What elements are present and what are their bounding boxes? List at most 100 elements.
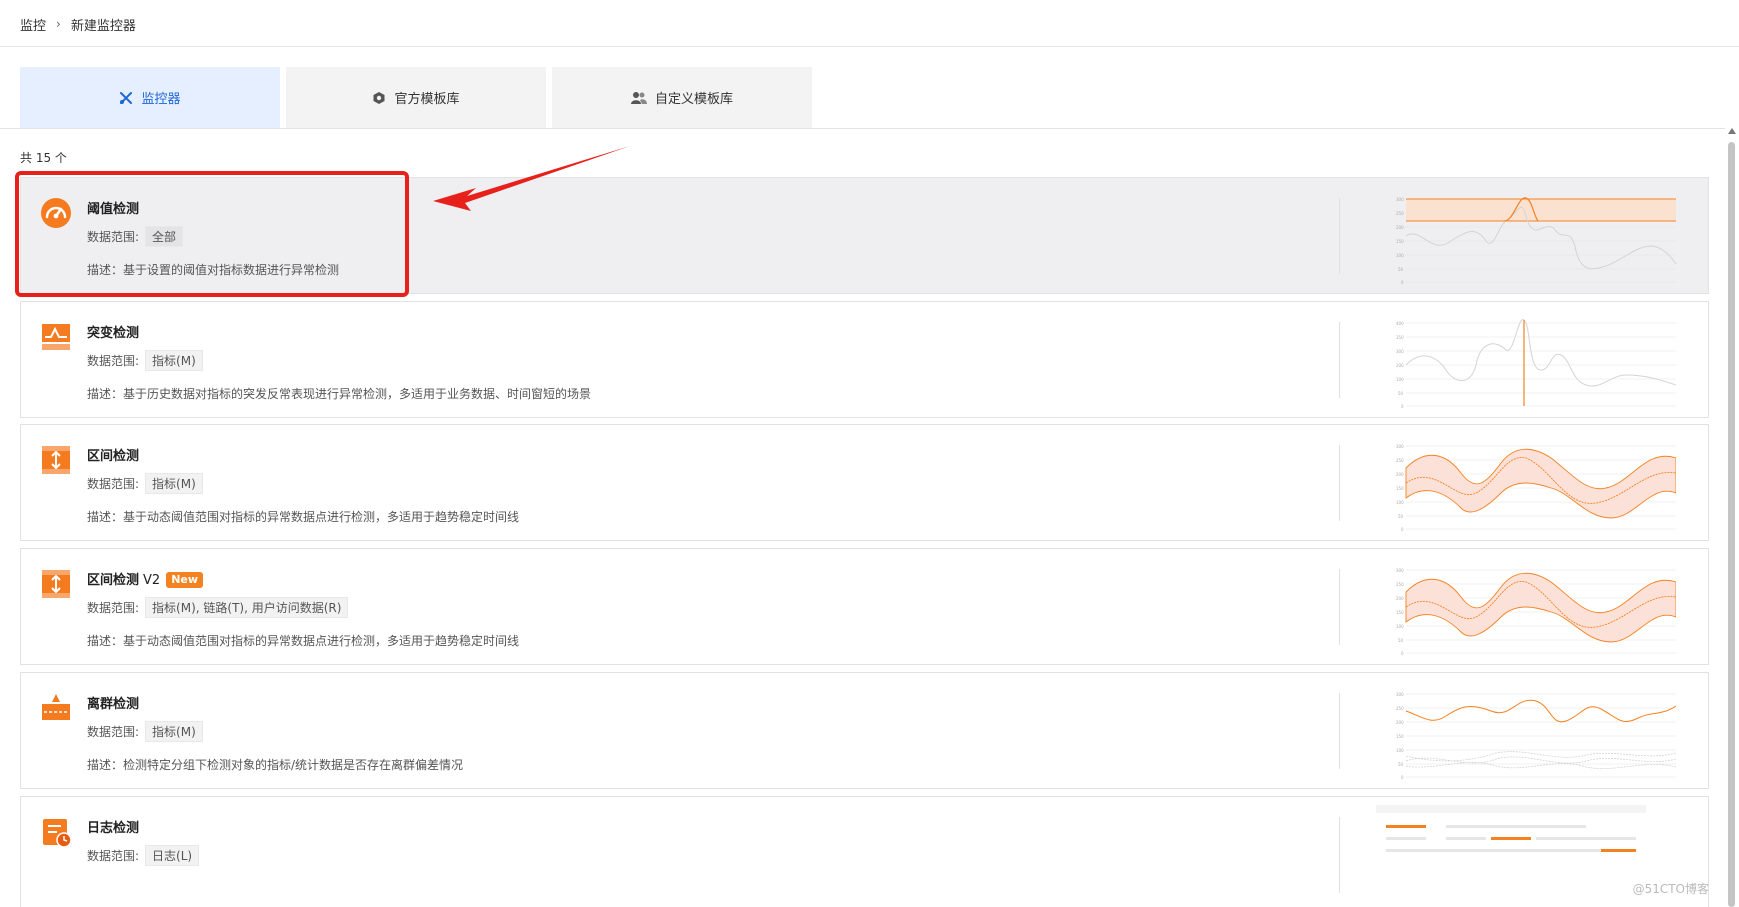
svg-text:200: 200 bbox=[1396, 472, 1404, 477]
scope-tag: 指标(M) bbox=[145, 350, 203, 371]
scope-label: 数据范围: bbox=[87, 601, 140, 615]
scope-label: 数据范围: bbox=[87, 477, 140, 491]
card-description: 描述：基于历史数据对指标的突发反常表现进行异常检测，多适用于业务数据、时间窗短的… bbox=[87, 387, 592, 401]
svg-text:0: 0 bbox=[1401, 775, 1404, 780]
breadcrumb-root[interactable]: 监控 bbox=[20, 15, 46, 34]
hexagon-template-icon bbox=[372, 91, 386, 105]
card-scope: 数据范围: 全部 bbox=[87, 226, 184, 247]
new-badge: New bbox=[166, 572, 204, 588]
users-icon bbox=[630, 91, 647, 105]
range-arrows-icon bbox=[39, 567, 73, 601]
range-v2-preview-chart: 300 250 200 150 100 50 0 bbox=[1396, 568, 1676, 656]
card-title-text: 区间检测 bbox=[87, 573, 140, 588]
svg-text:250: 250 bbox=[1396, 582, 1404, 587]
svg-text:300: 300 bbox=[1396, 444, 1404, 449]
divider bbox=[1339, 445, 1340, 521]
chevron-right-icon: › bbox=[56, 17, 61, 31]
card-scope: 数据范围: 指标(M) bbox=[87, 473, 203, 494]
svg-text:250: 250 bbox=[1396, 211, 1404, 216]
tab-custom-templates[interactable]: 自定义模板库 bbox=[552, 67, 812, 128]
version-label: V2 bbox=[143, 573, 161, 588]
tab-label: 自定义模板库 bbox=[654, 92, 733, 107]
svg-text:300: 300 bbox=[1396, 692, 1404, 697]
scope-tag: 指标(M), 链路(T), 用户访问数据(R) bbox=[145, 597, 349, 618]
card-scope: 数据范围: 指标(M) bbox=[87, 350, 203, 371]
divider bbox=[1339, 569, 1340, 645]
svg-text:200: 200 bbox=[1396, 596, 1404, 601]
svg-text:50: 50 bbox=[1398, 638, 1404, 643]
svg-text:250: 250 bbox=[1396, 706, 1404, 711]
svg-text:50: 50 bbox=[1398, 391, 1404, 396]
card-scope: 数据范围: 指标(M) bbox=[87, 721, 203, 742]
log-preview-chart bbox=[1376, 805, 1646, 852]
card-title: 日志检测 bbox=[87, 821, 140, 836]
svg-text:250: 250 bbox=[1396, 458, 1404, 463]
monitor-card-log[interactable]: 日志检测 数据范围: 日志(L) bbox=[20, 796, 1709, 907]
svg-text:0: 0 bbox=[1401, 651, 1404, 656]
tab-label: 官方模板库 bbox=[394, 92, 460, 107]
monitor-card-range[interactable]: 区间检测 数据范围: 指标(M) 描述：基于动态阈值范围对指标的异常数据点进行检… bbox=[20, 424, 1709, 541]
monitor-card-threshold[interactable]: 阈值检测 数据范围: 全部 描述：基于设置的阈值对指标数据进行异常检测 300 2… bbox=[20, 177, 1709, 294]
spike-chart-icon bbox=[39, 320, 73, 354]
spike-preview-chart: 400 350 300 200 100 50 0 bbox=[1396, 319, 1676, 409]
tab-monitor[interactable]: 监控器 bbox=[20, 67, 280, 128]
monitor-card-spike[interactable]: 突变检测 数据范围: 指标(M) 描述：基于历史数据对指标的突发反常表现进行异常… bbox=[20, 301, 1709, 418]
svg-text:100: 100 bbox=[1396, 624, 1404, 629]
divider bbox=[1339, 322, 1340, 398]
card-description: 描述：基于动态阈值范围对指标的异常数据点进行检测，多适用于趋势稳定时间线 bbox=[87, 634, 520, 648]
svg-text:0: 0 bbox=[1401, 527, 1404, 532]
card-description: 描述：基于动态阈值范围对指标的异常数据点进行检测，多适用于趋势稳定时间线 bbox=[87, 510, 520, 524]
card-title: 区间检测 bbox=[87, 449, 140, 464]
scope-label: 数据范围: bbox=[87, 354, 140, 368]
svg-text:300: 300 bbox=[1396, 197, 1404, 202]
card-title: 离群检测 bbox=[87, 697, 140, 712]
svg-text:200: 200 bbox=[1396, 720, 1404, 725]
divider bbox=[0, 128, 1725, 129]
svg-text:100: 100 bbox=[1396, 253, 1404, 258]
card-description: 描述：基于设置的阈值对指标数据进行异常检测 bbox=[87, 263, 340, 277]
svg-text:300: 300 bbox=[1396, 349, 1404, 354]
monitor-card-outlier[interactable]: 离群检测 数据范围: 指标(M) 描述：检测特定分组下检测对象的指标/统计数据是… bbox=[20, 672, 1709, 789]
tab-official-templates[interactable]: 官方模板库 bbox=[286, 67, 546, 128]
tab-bar: 监控器 官方模板库 自定义模板库 bbox=[20, 67, 812, 128]
scope-label: 数据范围: bbox=[87, 725, 140, 739]
scrollbar-thumb[interactable] bbox=[1728, 142, 1735, 907]
vertical-scrollbar[interactable] bbox=[1725, 128, 1739, 907]
scope-label: 数据范围: bbox=[87, 849, 140, 863]
breadcrumb-current: 新建监控器 bbox=[70, 18, 136, 34]
card-description: 描述：检测特定分组下检测对象的指标/统计数据是否存在离群偏差情况 bbox=[87, 758, 464, 772]
svg-text:0: 0 bbox=[1401, 280, 1404, 285]
svg-text:400: 400 bbox=[1396, 321, 1404, 326]
card-title: 区间检测 V2 New bbox=[87, 569, 204, 588]
gauge-icon bbox=[39, 196, 73, 230]
divider bbox=[1339, 817, 1340, 893]
svg-text:350: 350 bbox=[1396, 335, 1404, 340]
outlier-preview-chart: 300 250 200 150 100 50 0 bbox=[1396, 692, 1676, 780]
svg-text:200: 200 bbox=[1396, 363, 1404, 368]
svg-text:300: 300 bbox=[1396, 568, 1404, 573]
log-clock-icon bbox=[39, 815, 73, 849]
card-scope: 数据范围: 日志(L) bbox=[87, 845, 200, 866]
divider bbox=[0, 46, 1739, 47]
range-preview-chart: 300 250 200 150 100 50 0 bbox=[1396, 444, 1676, 532]
svg-text:150: 150 bbox=[1396, 239, 1404, 244]
card-scope: 数据范围: 指标(M), 链路(T), 用户访问数据(R) bbox=[87, 597, 349, 618]
svg-text:150: 150 bbox=[1396, 610, 1404, 615]
svg-text:50: 50 bbox=[1398, 267, 1404, 272]
breadcrumb: 监控 › 新建监控器 bbox=[20, 14, 136, 34]
card-title: 阈值检测 bbox=[87, 202, 140, 217]
svg-text:100: 100 bbox=[1396, 500, 1404, 505]
monitor-tools-icon bbox=[119, 91, 133, 105]
svg-text:0: 0 bbox=[1401, 404, 1404, 409]
card-title: 突变检测 bbox=[87, 326, 140, 341]
svg-text:100: 100 bbox=[1396, 377, 1404, 382]
svg-text:50: 50 bbox=[1398, 762, 1404, 767]
scope-tag: 全部 bbox=[145, 226, 184, 247]
scope-tag: 指标(M) bbox=[145, 721, 203, 742]
scroll-up-arrow-icon[interactable] bbox=[1728, 128, 1736, 134]
total-count: 共 15 个 bbox=[20, 151, 67, 165]
monitor-card-range-v2[interactable]: 区间检测 V2 New 数据范围: 指标(M), 链路(T), 用户访问数据(R) … bbox=[20, 548, 1709, 665]
scope-tag: 日志(L) bbox=[145, 845, 200, 866]
svg-text:100: 100 bbox=[1396, 748, 1404, 753]
svg-text:150: 150 bbox=[1396, 734, 1404, 739]
